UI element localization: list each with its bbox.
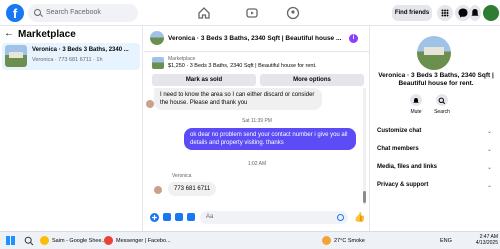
taskbar-item-label: Messenger | Facebo... <box>116 238 171 244</box>
search-placeholder: Search Facebook <box>46 9 101 16</box>
marketplace-sidebar: ← Marketplace Veronica · 3 Beds 3 Baths,… <box>0 26 143 231</box>
facebook-logo[interactable]: f <box>6 4 24 22</box>
timestamp: Sat 11:39 PM <box>242 118 272 124</box>
emoji-icon[interactable] <box>337 214 344 221</box>
message-list: I need to know the area so I can either … <box>144 88 370 205</box>
search-icon[interactable] <box>24 236 34 246</box>
scrollbar-thumb[interactable] <box>363 191 366 203</box>
weather-label: 27°C Smoke <box>334 238 365 244</box>
conversation-title: Veronica · 3 Beds 3 Baths, 2340 Sqft | B… <box>378 72 494 87</box>
customize-chat-row[interactable]: Customize chat <box>377 128 421 134</box>
plus-icon[interactable] <box>150 213 159 222</box>
chat-avatar[interactable] <box>150 31 164 45</box>
message-out: ok dear no problem send your contact num… <box>184 128 356 150</box>
chat-title[interactable]: Veronica · 3 Beds 3 Baths, 2340 Sqft | B… <box>168 35 341 42</box>
system-clock[interactable]: 2:47 AM 4/13/2025 <box>470 234 498 246</box>
chevron-down-icon: ⌄ <box>487 183 493 189</box>
mark-as-sold-button[interactable]: Mark as sold <box>152 74 256 86</box>
message-in: I need to know the area so I can either … <box>154 88 322 110</box>
media-files-links-row[interactable]: Media, files and links <box>377 164 437 170</box>
bell-icon[interactable] <box>469 5 481 21</box>
clock-date: 4/13/2025 <box>475 240 498 246</box>
avatar[interactable] <box>483 5 499 21</box>
marketplace-thumbnail <box>152 57 164 69</box>
video-icon[interactable] <box>244 5 260 21</box>
taskbar-item-chrome-sheets[interactable]: Saim - Google Shee... <box>40 235 106 247</box>
sender-name: Veronica <box>172 173 192 179</box>
privacy-support-row[interactable]: Privacy & support <box>377 182 428 188</box>
message-composer: Aa 👍 <box>144 207 370 229</box>
conversation-image <box>417 36 451 70</box>
gif-icon[interactable] <box>187 213 195 221</box>
chrome-icon <box>40 236 49 246</box>
taskbar-item-label: Saim - Google Shee... <box>52 238 107 244</box>
message-in: 773 681 6711 <box>168 182 217 196</box>
sender-avatar <box>146 100 154 108</box>
weather-icon <box>322 236 331 246</box>
chat-panel: Veronica · 3 Beds 3 Baths, 2340 Sqft | B… <box>144 26 370 231</box>
marketplace-label: Marketplace <box>168 56 196 62</box>
chat-header: Veronica · 3 Beds 3 Baths, 2340 Sqft | B… <box>144 26 370 52</box>
chat-members-row[interactable]: Chat members <box>377 146 419 152</box>
language-indicator[interactable]: ENG <box>440 235 452 247</box>
chevron-down-icon: ⌄ <box>487 147 493 153</box>
search-icon <box>34 9 41 16</box>
message-input[interactable]: Aa <box>200 211 348 224</box>
top-navigation-bar: f Search Facebook Find friends <box>0 0 500 26</box>
search-label: Search <box>434 109 450 115</box>
timestamp: 1:02 AM <box>247 161 267 167</box>
listing-subtitle: Veronica · 773 681 6711 · 1h <box>32 57 103 63</box>
thumbs-up-icon[interactable]: 👍 <box>354 212 365 223</box>
sender-avatar <box>154 186 162 194</box>
sticker-icon[interactable] <box>175 213 183 221</box>
listing-thumbnail <box>5 45 27 67</box>
menu-grid-icon[interactable] <box>437 5 453 21</box>
search-icon[interactable] <box>436 94 448 106</box>
windows-taskbar: Saim - Google Shee... Messenger | Facebo… <box>0 231 500 249</box>
more-options-button[interactable]: More options <box>260 74 364 86</box>
scrollbar[interactable] <box>363 88 366 205</box>
mute-icon[interactable] <box>410 94 422 106</box>
marketplace-detail[interactable]: $1,250 · 3 Beds 3 Baths, 2340 Sqft | Bea… <box>168 63 317 69</box>
info-icon[interactable]: i <box>349 34 358 43</box>
listing-item[interactable]: Veronica · 3 Beds 3 Baths, 2340 ... Vero… <box>2 43 140 70</box>
weather-widget[interactable]: 27°C Smoke <box>322 235 365 247</box>
groups-icon[interactable] <box>285 5 301 21</box>
chrome-icon <box>104 236 113 246</box>
home-icon[interactable] <box>196 5 212 21</box>
listing-title: Veronica · 3 Beds 3 Baths, 2340 ... <box>32 47 129 53</box>
chevron-down-icon: ⌄ <box>487 165 493 171</box>
search-input[interactable]: Search Facebook <box>28 4 138 22</box>
mute-label: Mute <box>410 109 422 115</box>
windows-start-icon[interactable] <box>6 236 15 245</box>
conversation-details-panel: Veronica · 3 Beds 3 Baths, 2340 Sqft | B… <box>371 26 500 231</box>
sidebar-title: Marketplace <box>18 29 76 40</box>
taskbar-item-messenger[interactable]: Messenger | Facebo... <box>104 235 171 247</box>
back-arrow-icon[interactable]: ← <box>4 28 14 39</box>
image-icon[interactable] <box>163 213 171 221</box>
chevron-down-icon: ⌄ <box>487 129 493 135</box>
find-friends-button[interactable]: Find friends <box>392 5 432 21</box>
